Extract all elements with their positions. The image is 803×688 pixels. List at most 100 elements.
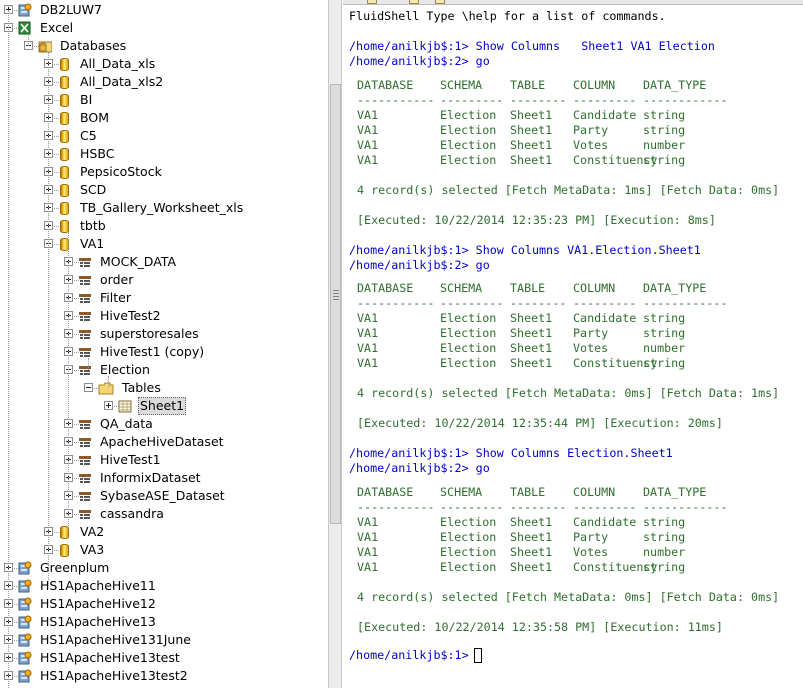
result-cell: VA1	[357, 122, 379, 137]
result-cell: string	[643, 514, 686, 529]
result-cell: Election	[440, 122, 497, 137]
tree-db2luw7[interactable]: DB2LUW7	[0, 1, 326, 19]
result-column-header: TABLE	[510, 281, 546, 295]
result-column-header: COLUMN	[573, 281, 616, 295]
collapse-toggle-icon[interactable]	[84, 383, 93, 392]
result-cell: VA1	[357, 137, 379, 152]
server-connection-icon	[18, 669, 32, 688]
toolbar-button-icon[interactable]	[435, 0, 445, 4]
result-column-header: DATA_TYPE	[643, 77, 707, 92]
tree-connection-hs1-13[interactable]: HS1ApacheHive13	[0, 613, 326, 631]
text-cursor[interactable]	[474, 647, 482, 663]
result-cell: string	[643, 529, 686, 544]
tree-item-label: HiveTest1 (copy)	[100, 344, 205, 359]
tree-item-label: SybaseASE_Dataset	[100, 488, 225, 503]
tree-connector	[54, 172, 59, 173]
result-cell: number	[643, 137, 686, 152]
tree-item-label: HS1ApacheHive13test	[40, 650, 180, 665]
tree-item-label: VA1	[80, 236, 105, 251]
result-cell: Sheet1	[510, 529, 553, 544]
tree-item-label: Greenplum	[40, 560, 110, 575]
result-cell: Votes	[573, 341, 609, 355]
result-cell: Election	[440, 107, 497, 122]
command-line: /home/anilkjb$:1> Show Columns Sheet1 VA…	[349, 39, 715, 53]
tree-connector	[54, 136, 59, 137]
tree-excel[interactable]: Excel	[0, 19, 326, 37]
result-cell: VA1	[357, 107, 379, 122]
tree-connector	[54, 154, 59, 155]
tree-item-label: order	[100, 272, 134, 287]
result-cell: Election	[440, 341, 497, 355]
tree-connection-hs1-13test2[interactable]: HS1ApacheHive13test2	[0, 667, 326, 685]
tree-item-label: BOM	[80, 110, 109, 125]
toolbar-button-icon[interactable]	[367, 0, 377, 4]
result-column-header: TABLE	[510, 484, 546, 499]
database-icon	[60, 202, 69, 215]
tree-connection-hs1-13test[interactable]: HS1ApacheHive13test	[0, 649, 326, 667]
tree-item-label: HSBC	[80, 146, 115, 161]
tree-item-label: VA2	[80, 524, 105, 539]
tree-item-label: Databases	[60, 38, 127, 53]
result-cell: string	[643, 356, 686, 370]
fetch-summary: 4 record(s) selected [Fetch MetaData: 0m…	[357, 589, 780, 604]
header-underline: ---------	[573, 499, 637, 514]
tree-item-label: tbtb	[80, 218, 106, 233]
result-cell: VA1	[357, 514, 379, 529]
tree-item-label: BI	[80, 92, 93, 107]
result-cell: string	[643, 326, 686, 340]
header-underline: ---------	[440, 499, 504, 514]
header-underline: -----------	[357, 499, 435, 514]
tree-item-label: HiveTest2	[100, 308, 161, 323]
header-underline: ---------	[573, 92, 637, 107]
scrollbar-thumb[interactable]	[330, 84, 341, 524]
header-underline: ------------	[643, 499, 728, 514]
result-cell: Sheet1	[510, 544, 553, 559]
result-cell: Election	[440, 514, 497, 529]
expand-toggle-icon[interactable]	[104, 401, 113, 410]
result-column-header: COLUMN	[573, 484, 616, 499]
result-cell: Sheet1	[510, 341, 553, 355]
header-underline: --------	[510, 296, 567, 310]
database-icon	[60, 130, 69, 143]
tree-connection-hs1-12[interactable]: HS1ApacheHive12	[0, 595, 326, 613]
result-cell: Election	[440, 559, 497, 574]
database-icon	[60, 76, 69, 89]
result-cell: Sheet1	[510, 559, 553, 574]
command-line: /home/anilkjb$:2> go	[349, 54, 490, 68]
tree-item-label: DB2LUW7	[40, 2, 102, 17]
tree-connector	[54, 208, 59, 209]
result-cell: Election	[440, 544, 497, 559]
tree-item-label: HS1ApacheHive13test2	[40, 668, 188, 683]
tree-guide-line	[28, 34, 29, 46]
tree-guide-line	[88, 358, 89, 370]
tree-item-label: C5	[80, 128, 97, 143]
result-column-header: DATABASE	[357, 77, 414, 92]
tree-item-label: cassandra	[100, 506, 164, 521]
tree-connection-hs1-131june[interactable]: HS1ApacheHive131June	[0, 631, 326, 649]
tree-item-label: Sheet1	[138, 397, 187, 415]
result-cell: VA1	[357, 326, 379, 340]
result-column-header: SCHEMA	[440, 281, 483, 295]
result-cell: Sheet1	[510, 122, 553, 137]
fluidshell-console[interactable]: FluidShell Type \help for a list of comm…	[343, 0, 803, 688]
object-tree-panel[interactable]: DB2LUW7 Excel Databases All_Data_xls All_Dat…	[0, 0, 328, 688]
result-cell: Election	[440, 529, 497, 544]
result-column-header: SCHEMA	[440, 484, 483, 499]
database-icon	[60, 184, 69, 197]
tree-scrollbar[interactable]	[328, 0, 342, 688]
execution-summary: [Executed: 10/22/2014 12:35:23 PM] [Exec…	[357, 212, 716, 227]
tree-item-label: HS1ApacheHive131June	[40, 632, 191, 647]
tree-item-label: Tables	[122, 380, 161, 395]
tree-connector	[54, 82, 59, 83]
tree-item-label: Excel	[40, 20, 74, 35]
tree-item-label: HiveTest1	[100, 452, 161, 467]
result-column-header: SCHEMA	[440, 77, 483, 92]
header-underline: ------------	[643, 92, 728, 107]
result-cell: VA1	[357, 529, 379, 544]
console-intro: FluidShell Type \help for a list of comm…	[349, 9, 666, 23]
tree-connector	[54, 190, 59, 191]
header-underline: ---------	[440, 92, 504, 107]
fetch-summary: 4 record(s) selected [Fetch MetaData: 0m…	[357, 386, 780, 400]
result-cell: Candidate	[573, 311, 637, 325]
toolbar-button-icon[interactable]	[409, 0, 419, 4]
